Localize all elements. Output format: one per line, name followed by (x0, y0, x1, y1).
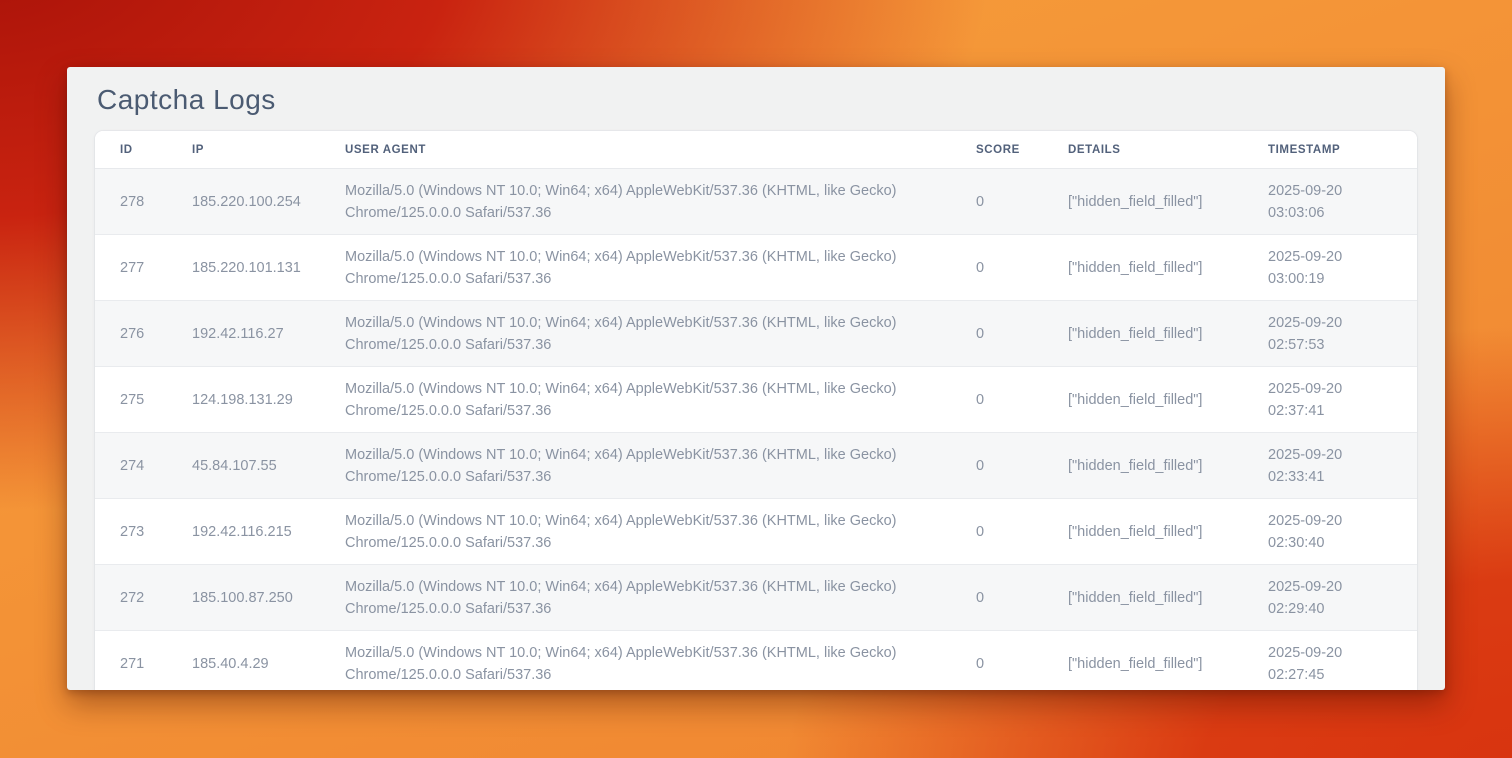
cell-ip: 192.42.116.27 (192, 301, 345, 367)
table-body: 278185.220.100.254Mozilla/5.0 (Windows N… (95, 169, 1417, 691)
cell-timestamp: 2025-09-20 03:00:19 (1268, 235, 1417, 301)
table-row: 271185.40.4.29Mozilla/5.0 (Windows NT 10… (95, 631, 1417, 691)
table-row: 278185.220.100.254Mozilla/5.0 (Windows N… (95, 169, 1417, 235)
cell-user_agent: Mozilla/5.0 (Windows NT 10.0; Win64; x64… (345, 235, 976, 301)
cell-score: 0 (976, 565, 1068, 631)
cell-user_agent: Mozilla/5.0 (Windows NT 10.0; Win64; x64… (345, 169, 976, 235)
column-header-details: DETAILS (1068, 131, 1268, 169)
cell-details: ["hidden_field_filled"] (1068, 631, 1268, 691)
captcha-logs-table-container: ID IP USER AGENT SCORE DETAILS TIMESTAMP… (95, 131, 1417, 690)
column-header-ip: IP (192, 131, 345, 169)
cell-id: 278 (95, 169, 192, 235)
column-header-score: SCORE (976, 131, 1068, 169)
cell-ip: 124.198.131.29 (192, 367, 345, 433)
cell-id: 271 (95, 631, 192, 691)
cell-id: 273 (95, 499, 192, 565)
cell-ip: 192.42.116.215 (192, 499, 345, 565)
table-row: 277185.220.101.131Mozilla/5.0 (Windows N… (95, 235, 1417, 301)
cell-user_agent: Mozilla/5.0 (Windows NT 10.0; Win64; x64… (345, 631, 976, 691)
cell-score: 0 (976, 433, 1068, 499)
cell-timestamp: 2025-09-20 03:03:06 (1268, 169, 1417, 235)
cell-ip: 185.40.4.29 (192, 631, 345, 691)
cell-ip: 185.220.101.131 (192, 235, 345, 301)
column-header-useragent: USER AGENT (345, 131, 976, 169)
cell-id: 276 (95, 301, 192, 367)
cell-ip: 185.100.87.250 (192, 565, 345, 631)
cell-timestamp: 2025-09-20 02:27:45 (1268, 631, 1417, 691)
cell-details: ["hidden_field_filled"] (1068, 235, 1268, 301)
cell-ip: 45.84.107.55 (192, 433, 345, 499)
cell-details: ["hidden_field_filled"] (1068, 367, 1268, 433)
cell-id: 277 (95, 235, 192, 301)
cell-timestamp: 2025-09-20 02:29:40 (1268, 565, 1417, 631)
cell-timestamp: 2025-09-20 02:30:40 (1268, 499, 1417, 565)
cell-score: 0 (976, 499, 1068, 565)
cell-id: 272 (95, 565, 192, 631)
cell-score: 0 (976, 631, 1068, 691)
cell-timestamp: 2025-09-20 02:37:41 (1268, 367, 1417, 433)
cell-user_agent: Mozilla/5.0 (Windows NT 10.0; Win64; x64… (345, 499, 976, 565)
cell-user_agent: Mozilla/5.0 (Windows NT 10.0; Win64; x64… (345, 367, 976, 433)
cell-id: 274 (95, 433, 192, 499)
cell-score: 0 (976, 367, 1068, 433)
cell-score: 0 (976, 235, 1068, 301)
cell-details: ["hidden_field_filled"] (1068, 169, 1268, 235)
column-header-timestamp: TIMESTAMP (1268, 131, 1417, 169)
table-row: 272185.100.87.250Mozilla/5.0 (Windows NT… (95, 565, 1417, 631)
table-row: 273192.42.116.215Mozilla/5.0 (Windows NT… (95, 499, 1417, 565)
cell-details: ["hidden_field_filled"] (1068, 565, 1268, 631)
table-header: ID IP USER AGENT SCORE DETAILS TIMESTAMP (95, 131, 1417, 169)
cell-user_agent: Mozilla/5.0 (Windows NT 10.0; Win64; x64… (345, 565, 976, 631)
table-header-row: ID IP USER AGENT SCORE DETAILS TIMESTAMP (95, 131, 1417, 169)
table-row: 276192.42.116.27Mozilla/5.0 (Windows NT … (95, 301, 1417, 367)
cell-ip: 185.220.100.254 (192, 169, 345, 235)
table-row: 275124.198.131.29Mozilla/5.0 (Windows NT… (95, 367, 1417, 433)
cell-details: ["hidden_field_filled"] (1068, 499, 1268, 565)
column-header-id: ID (95, 131, 192, 169)
captcha-logs-card: Captcha Logs ID IP USER AGENT SCORE DETA… (67, 67, 1445, 690)
cell-timestamp: 2025-09-20 02:57:53 (1268, 301, 1417, 367)
cell-id: 275 (95, 367, 192, 433)
cell-timestamp: 2025-09-20 02:33:41 (1268, 433, 1417, 499)
page-background: { "page": { "title": "Captcha Logs" }, "… (0, 0, 1512, 758)
cell-score: 0 (976, 301, 1068, 367)
cell-details: ["hidden_field_filled"] (1068, 433, 1268, 499)
cell-user_agent: Mozilla/5.0 (Windows NT 10.0; Win64; x64… (345, 433, 976, 499)
page-title: Captcha Logs (97, 84, 1415, 116)
table-row: 27445.84.107.55Mozilla/5.0 (Windows NT 1… (95, 433, 1417, 499)
captcha-logs-table: ID IP USER AGENT SCORE DETAILS TIMESTAMP… (95, 131, 1417, 690)
cell-user_agent: Mozilla/5.0 (Windows NT 10.0; Win64; x64… (345, 301, 976, 367)
cell-details: ["hidden_field_filled"] (1068, 301, 1268, 367)
cell-score: 0 (976, 169, 1068, 235)
